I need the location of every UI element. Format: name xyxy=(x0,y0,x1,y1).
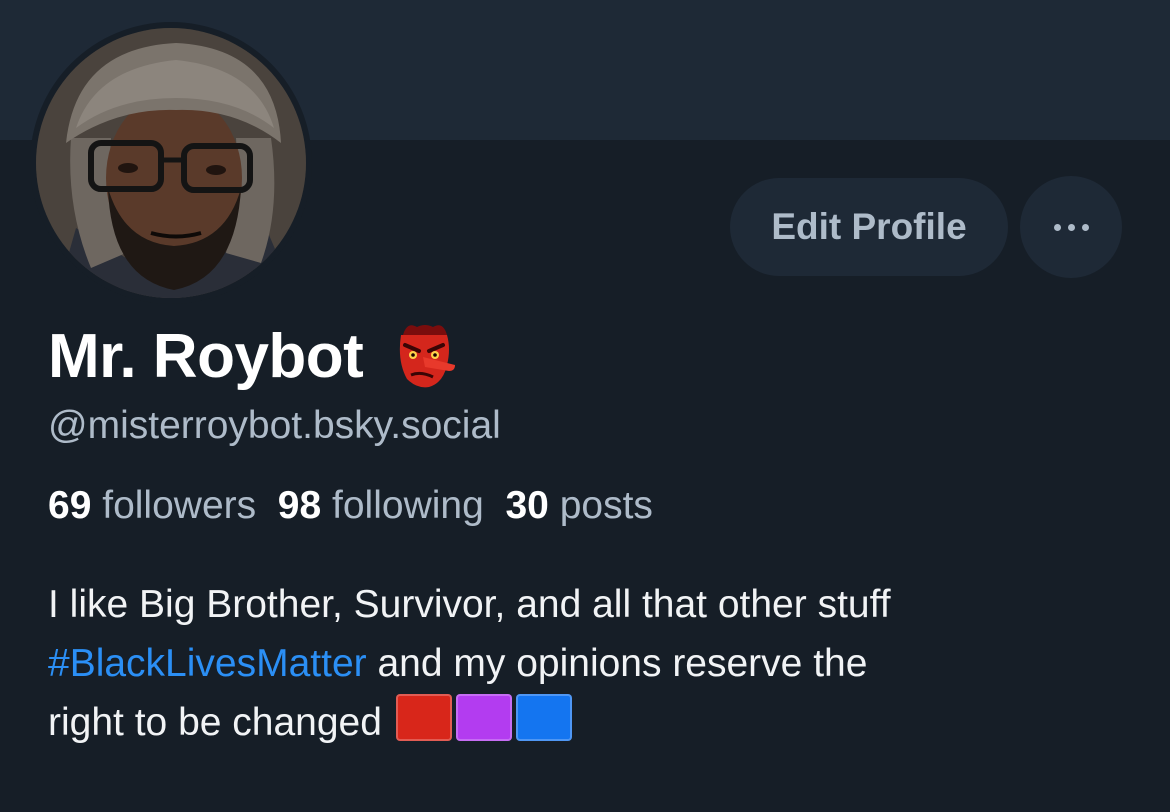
bio-line: I like Big Brother, Survivor, and all th… xyxy=(48,583,891,626)
red-square-icon xyxy=(395,694,452,741)
following-count: 98 xyxy=(277,484,322,527)
following-link[interactable]: 98 following xyxy=(278,484,484,527)
blue-square-icon xyxy=(515,694,572,741)
followers-label: followers xyxy=(102,484,257,527)
posts-label: posts xyxy=(559,484,653,527)
followers-link[interactable]: 69 followers xyxy=(48,484,256,527)
hashtag-link[interactable]: #BlackLivesMatter xyxy=(48,642,367,685)
bio-line: right to be changed xyxy=(48,693,1138,752)
profile-stats: 69 followers 98 following 30 posts xyxy=(48,484,653,528)
purple-square-icon xyxy=(455,694,512,741)
more-options-icon xyxy=(1053,223,1061,231)
followers-count: 69 xyxy=(48,484,92,527)
bio-text: and my opinions reserve the xyxy=(366,642,868,685)
following-label: following xyxy=(332,484,484,527)
avatar[interactable] xyxy=(30,22,312,304)
display-name-row: Mr. Roybot xyxy=(48,318,457,394)
display-name: Mr. Roybot xyxy=(48,321,364,391)
more-options-button[interactable] xyxy=(1020,176,1122,278)
avatar-photo xyxy=(36,28,306,298)
profile-bio: I like Big Brother, Survivor, and all th… xyxy=(48,575,1138,752)
more-options-icon xyxy=(1081,223,1089,231)
bio-line: #BlackLivesMatter and my opinions reserv… xyxy=(48,634,1138,693)
profile-handle: @misterroybot.bsky.social xyxy=(48,404,501,447)
posts-count: 30 xyxy=(505,484,549,527)
bio-text: right to be changed xyxy=(48,701,382,744)
tengu-mask-icon xyxy=(400,325,456,388)
posts-stat: 30 posts xyxy=(505,484,652,527)
more-options-icon xyxy=(1067,223,1075,231)
edit-profile-button[interactable]: Edit Profile xyxy=(730,178,1008,276)
